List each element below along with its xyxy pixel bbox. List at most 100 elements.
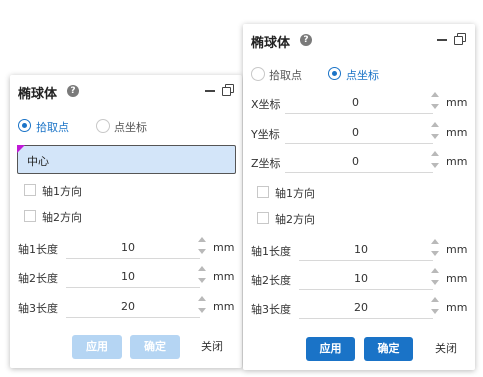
input-underline xyxy=(299,318,433,319)
spin-down-icon[interactable] xyxy=(198,249,206,254)
unit-label: mm xyxy=(213,270,235,283)
close-button[interactable]: 关闭 xyxy=(424,337,468,361)
spin-down-icon[interactable] xyxy=(431,104,439,109)
radio-button[interactable] xyxy=(251,67,265,81)
restore-window-icon[interactable] xyxy=(454,33,466,45)
radio-button[interactable] xyxy=(328,67,341,80)
checkbox[interactable] xyxy=(24,210,36,222)
input-underline xyxy=(66,287,200,288)
field-axis2-length: 轴2长度 10 mm xyxy=(18,266,238,288)
axis3-length-input[interactable]: 20 xyxy=(121,300,135,313)
ok-button[interactable]: 确定 xyxy=(130,335,180,359)
dialog-title: 椭球体 xyxy=(251,36,291,51)
spin-up-icon[interactable] xyxy=(431,92,439,97)
checkbox-label: 轴2方向 xyxy=(275,213,315,226)
input-underline xyxy=(299,289,433,290)
close-button[interactable]: 关闭 xyxy=(190,335,234,359)
input-underline xyxy=(285,172,433,173)
checkbox[interactable] xyxy=(257,186,269,198)
unit-label: mm xyxy=(213,300,235,313)
radio-label: 拾取点 xyxy=(36,121,69,134)
center-point-selector[interactable]: 中心 xyxy=(17,145,236,174)
minimize-icon[interactable] xyxy=(204,81,216,95)
ok-button[interactable]: 确定 xyxy=(364,337,413,361)
field-label: 轴2长度 xyxy=(251,274,291,287)
field-label: 轴2长度 xyxy=(18,272,58,285)
field-axis2-length: 轴2长度 10 mm xyxy=(251,268,471,290)
radio-button[interactable] xyxy=(96,119,110,133)
minimize-icon[interactable] xyxy=(436,30,448,44)
spin-up-icon[interactable] xyxy=(198,296,206,301)
unit-label: mm xyxy=(446,96,468,109)
ellipsoid-dialog-pick-point: 椭球体 ? 拾取点 点坐标 中心 轴1方向 轴2方向 轴1长度 10 mm 轴2… xyxy=(10,75,242,368)
apply-button[interactable]: 应用 xyxy=(306,337,355,361)
input-underline xyxy=(66,258,200,259)
input-underline xyxy=(285,113,433,114)
axis1-length-input[interactable]: 10 xyxy=(121,241,135,254)
field-axis1-length: 轴1长度 10 mm xyxy=(251,239,471,261)
checkbox[interactable] xyxy=(257,212,269,224)
unit-label: mm xyxy=(446,272,468,285)
radio-label: 拾取点 xyxy=(269,69,302,82)
selector-text: 中心 xyxy=(27,155,49,168)
checkbox-axis2-direction[interactable]: 轴2方向 xyxy=(24,210,124,224)
field-label: Z坐标 xyxy=(251,157,281,170)
unit-label: mm xyxy=(446,301,468,314)
field-axis3-length: 轴3长度 20 mm xyxy=(251,297,471,319)
checkbox-axis1-direction[interactable]: 轴1方向 xyxy=(24,184,124,198)
checkbox-axis1-direction[interactable]: 轴1方向 xyxy=(257,186,357,200)
field-x-coordinate: X坐标 0 mm xyxy=(251,92,471,114)
axis1-length-input[interactable]: 10 xyxy=(354,243,368,256)
spin-up-icon[interactable] xyxy=(431,151,439,156)
field-label: 轴3长度 xyxy=(18,302,58,315)
spin-up-icon[interactable] xyxy=(431,297,439,302)
dialog-titlebar[interactable]: 椭球体 ? xyxy=(243,24,475,54)
y-coordinate-input[interactable]: 0 xyxy=(352,126,359,139)
active-marker xyxy=(17,145,25,153)
radio-point-coordinate[interactable]: 点坐标 xyxy=(328,67,418,83)
field-label: 轴1长度 xyxy=(251,245,291,258)
checkbox-axis2-direction[interactable]: 轴2方向 xyxy=(257,212,357,226)
spin-down-icon[interactable] xyxy=(431,251,439,256)
spin-down-icon[interactable] xyxy=(431,309,439,314)
spin-down-icon[interactable] xyxy=(431,280,439,285)
radio-pick-point[interactable]: 拾取点 xyxy=(18,119,108,135)
field-label: 轴1长度 xyxy=(18,243,58,256)
axis2-length-input[interactable]: 10 xyxy=(121,270,135,283)
field-z-coordinate: Z坐标 0 mm xyxy=(251,151,471,173)
unit-label: mm xyxy=(213,241,235,254)
checkbox-label: 轴1方向 xyxy=(275,187,315,200)
apply-button[interactable]: 应用 xyxy=(72,335,122,359)
spin-down-icon[interactable] xyxy=(431,163,439,168)
radio-button[interactable] xyxy=(18,119,31,132)
help-icon[interactable]: ? xyxy=(67,85,79,97)
field-axis1-length: 轴1长度 10 mm xyxy=(18,237,238,259)
restore-window-icon[interactable] xyxy=(222,84,234,96)
spin-up-icon[interactable] xyxy=(198,266,206,271)
x-coordinate-input[interactable]: 0 xyxy=(352,96,359,109)
spin-down-icon[interactable] xyxy=(198,278,206,283)
checkbox-label: 轴1方向 xyxy=(42,185,82,198)
help-icon[interactable]: ? xyxy=(300,34,312,46)
spin-up-icon[interactable] xyxy=(431,122,439,127)
spin-down-icon[interactable] xyxy=(431,134,439,139)
field-label: X坐标 xyxy=(251,98,281,111)
field-label: Y坐标 xyxy=(251,128,280,141)
spin-up-icon[interactable] xyxy=(431,239,439,244)
ellipsoid-dialog-point-coordinate: 椭球体 ? 拾取点 点坐标 X坐标 0 mm Y坐标 0 mm Z坐标 0 mm xyxy=(243,24,475,370)
unit-label: mm xyxy=(446,243,468,256)
spin-down-icon[interactable] xyxy=(198,308,206,313)
dialog-titlebar[interactable]: 椭球体 ? xyxy=(10,75,242,105)
radio-label: 点坐标 xyxy=(346,69,379,82)
radio-point-coordinate[interactable]: 点坐标 xyxy=(96,119,186,135)
field-label: 轴3长度 xyxy=(251,303,291,316)
axis2-length-input[interactable]: 10 xyxy=(354,272,368,285)
spin-up-icon[interactable] xyxy=(198,237,206,242)
checkbox[interactable] xyxy=(24,184,36,196)
checkbox-label: 轴2方向 xyxy=(42,211,82,224)
spin-up-icon[interactable] xyxy=(431,268,439,273)
unit-label: mm xyxy=(446,126,468,139)
axis3-length-input[interactable]: 20 xyxy=(354,301,368,314)
z-coordinate-input[interactable]: 0 xyxy=(352,155,359,168)
unit-label: mm xyxy=(446,155,468,168)
